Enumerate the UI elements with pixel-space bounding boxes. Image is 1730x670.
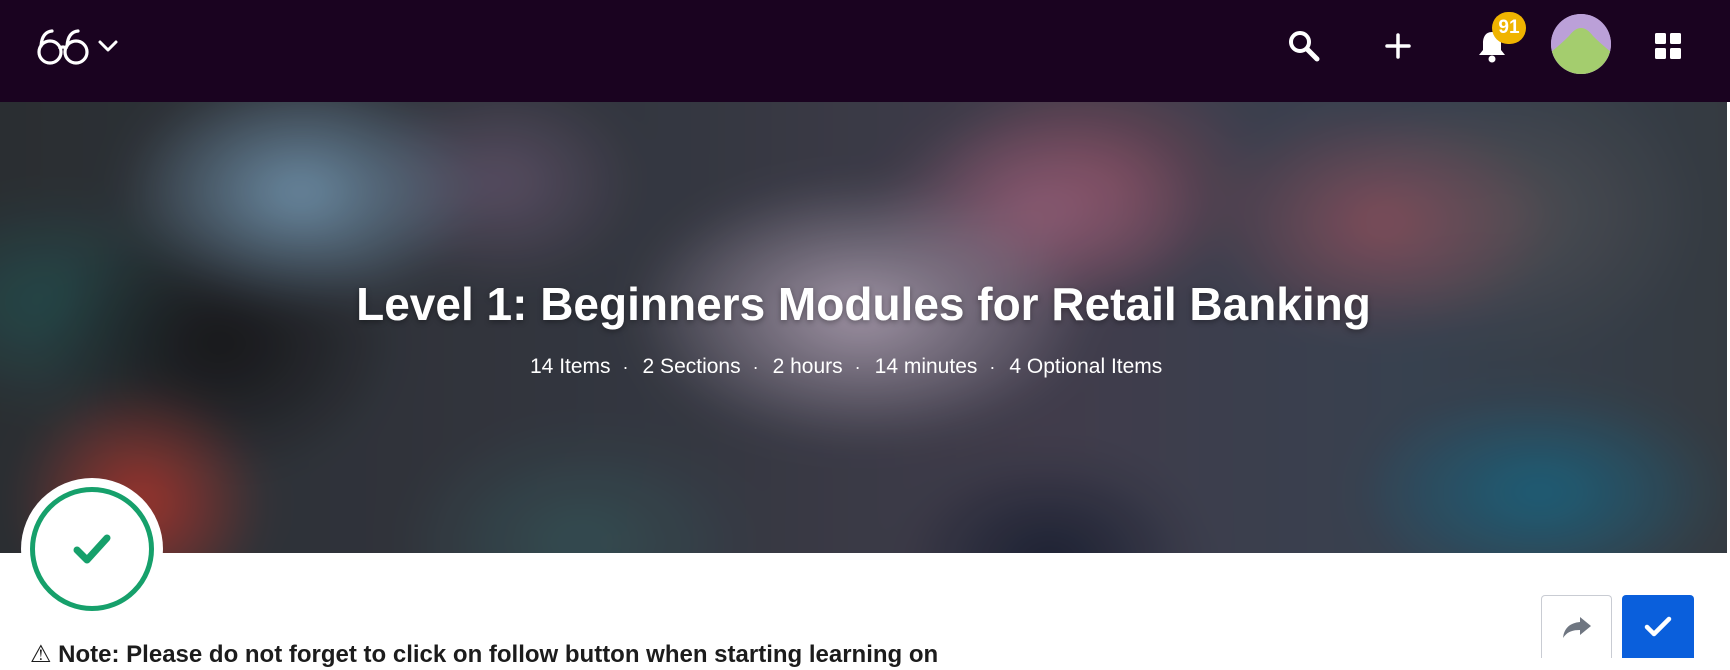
course-hero-banner: Level 1: Beginners Modules for Retail Ba…	[0, 102, 1727, 553]
check-icon	[73, 534, 111, 564]
course-title: Level 1: Beginners Modules for Retail Ba…	[356, 278, 1371, 330]
duration-minutes: 14 minutes	[874, 355, 978, 378]
grid-icon	[1655, 33, 1681, 59]
follow-button[interactable]	[1622, 595, 1694, 658]
plus-icon	[1385, 33, 1411, 59]
meta-separator: ·	[854, 357, 861, 377]
avatar-image	[1551, 14, 1611, 74]
completion-status-badge	[21, 478, 163, 620]
user-avatar[interactable]	[1551, 14, 1611, 74]
chevron-down-icon	[98, 40, 118, 52]
follow-reminder-note: ⚠ Note: Please do not forget to click on…	[30, 641, 939, 668]
duration-hours: 2 hours	[772, 355, 843, 378]
search-icon	[1289, 31, 1320, 62]
course-meta: 14 Items · 2 Sections · 2 hours · 14 min…	[530, 352, 1290, 382]
sections-count: 2 Sections	[642, 355, 741, 378]
apps-menu-button[interactable]	[1644, 22, 1692, 70]
meta-separator: ·	[989, 357, 996, 377]
check-icon	[1644, 616, 1672, 636]
items-count: 14 Items	[530, 355, 611, 378]
top-navigation-bar: 91	[0, 0, 1730, 102]
optional-items-count: 4 Optional Items	[1009, 355, 1163, 378]
notification-count-badge: 91	[1492, 12, 1526, 44]
meta-separator: ·	[752, 357, 759, 377]
share-button[interactable]	[1541, 595, 1612, 658]
search-button[interactable]	[1280, 22, 1328, 70]
share-arrow-icon	[1562, 617, 1591, 638]
meta-separator: ·	[622, 357, 629, 377]
logo-menu-button[interactable]	[36, 24, 122, 68]
create-button[interactable]	[1374, 22, 1422, 70]
glasses-logo-icon	[37, 29, 89, 65]
